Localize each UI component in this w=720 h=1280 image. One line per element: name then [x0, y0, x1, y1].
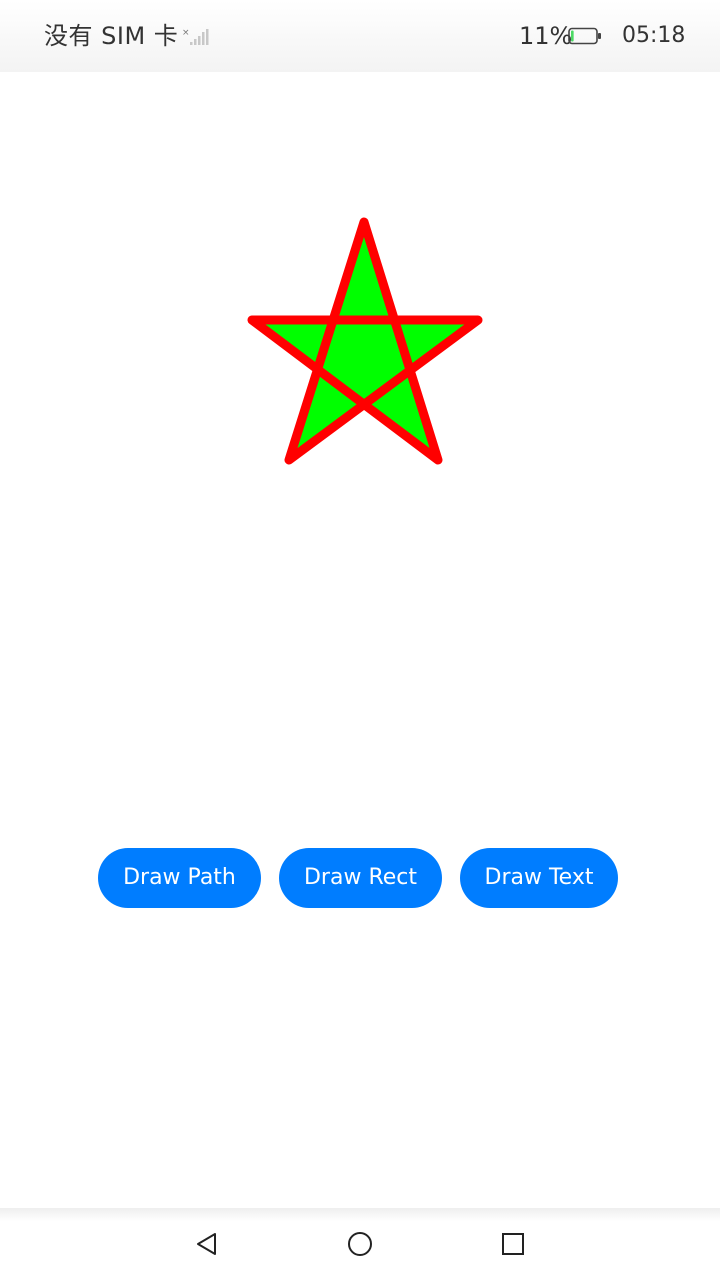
battery-icon: [568, 27, 601, 45]
status-bar: 没有 SIM 卡 × 11% 05:18: [0, 0, 720, 72]
draw-rect-button[interactable]: Draw Rect: [279, 848, 442, 908]
drawing-canvas: [0, 72, 720, 1208]
battery-percent: 11%: [519, 22, 573, 50]
draw-text-button[interactable]: Draw Text: [460, 848, 618, 908]
svg-text:×: ×: [182, 28, 190, 38]
clock: 05:18: [622, 23, 686, 48]
navigation-bar: [0, 1208, 720, 1280]
signal-icon: ×: [182, 28, 209, 45]
home-icon[interactable]: [346, 1230, 374, 1258]
recents-icon[interactable]: [499, 1230, 527, 1258]
back-icon[interactable]: [193, 1230, 221, 1258]
star-shape: [247, 217, 483, 465]
draw-path-button[interactable]: Draw Path: [98, 848, 261, 908]
carrier-label: 没有 SIM 卡: [44, 22, 179, 50]
action-buttons: Draw Path Draw Rect Draw Text: [0, 848, 720, 908]
